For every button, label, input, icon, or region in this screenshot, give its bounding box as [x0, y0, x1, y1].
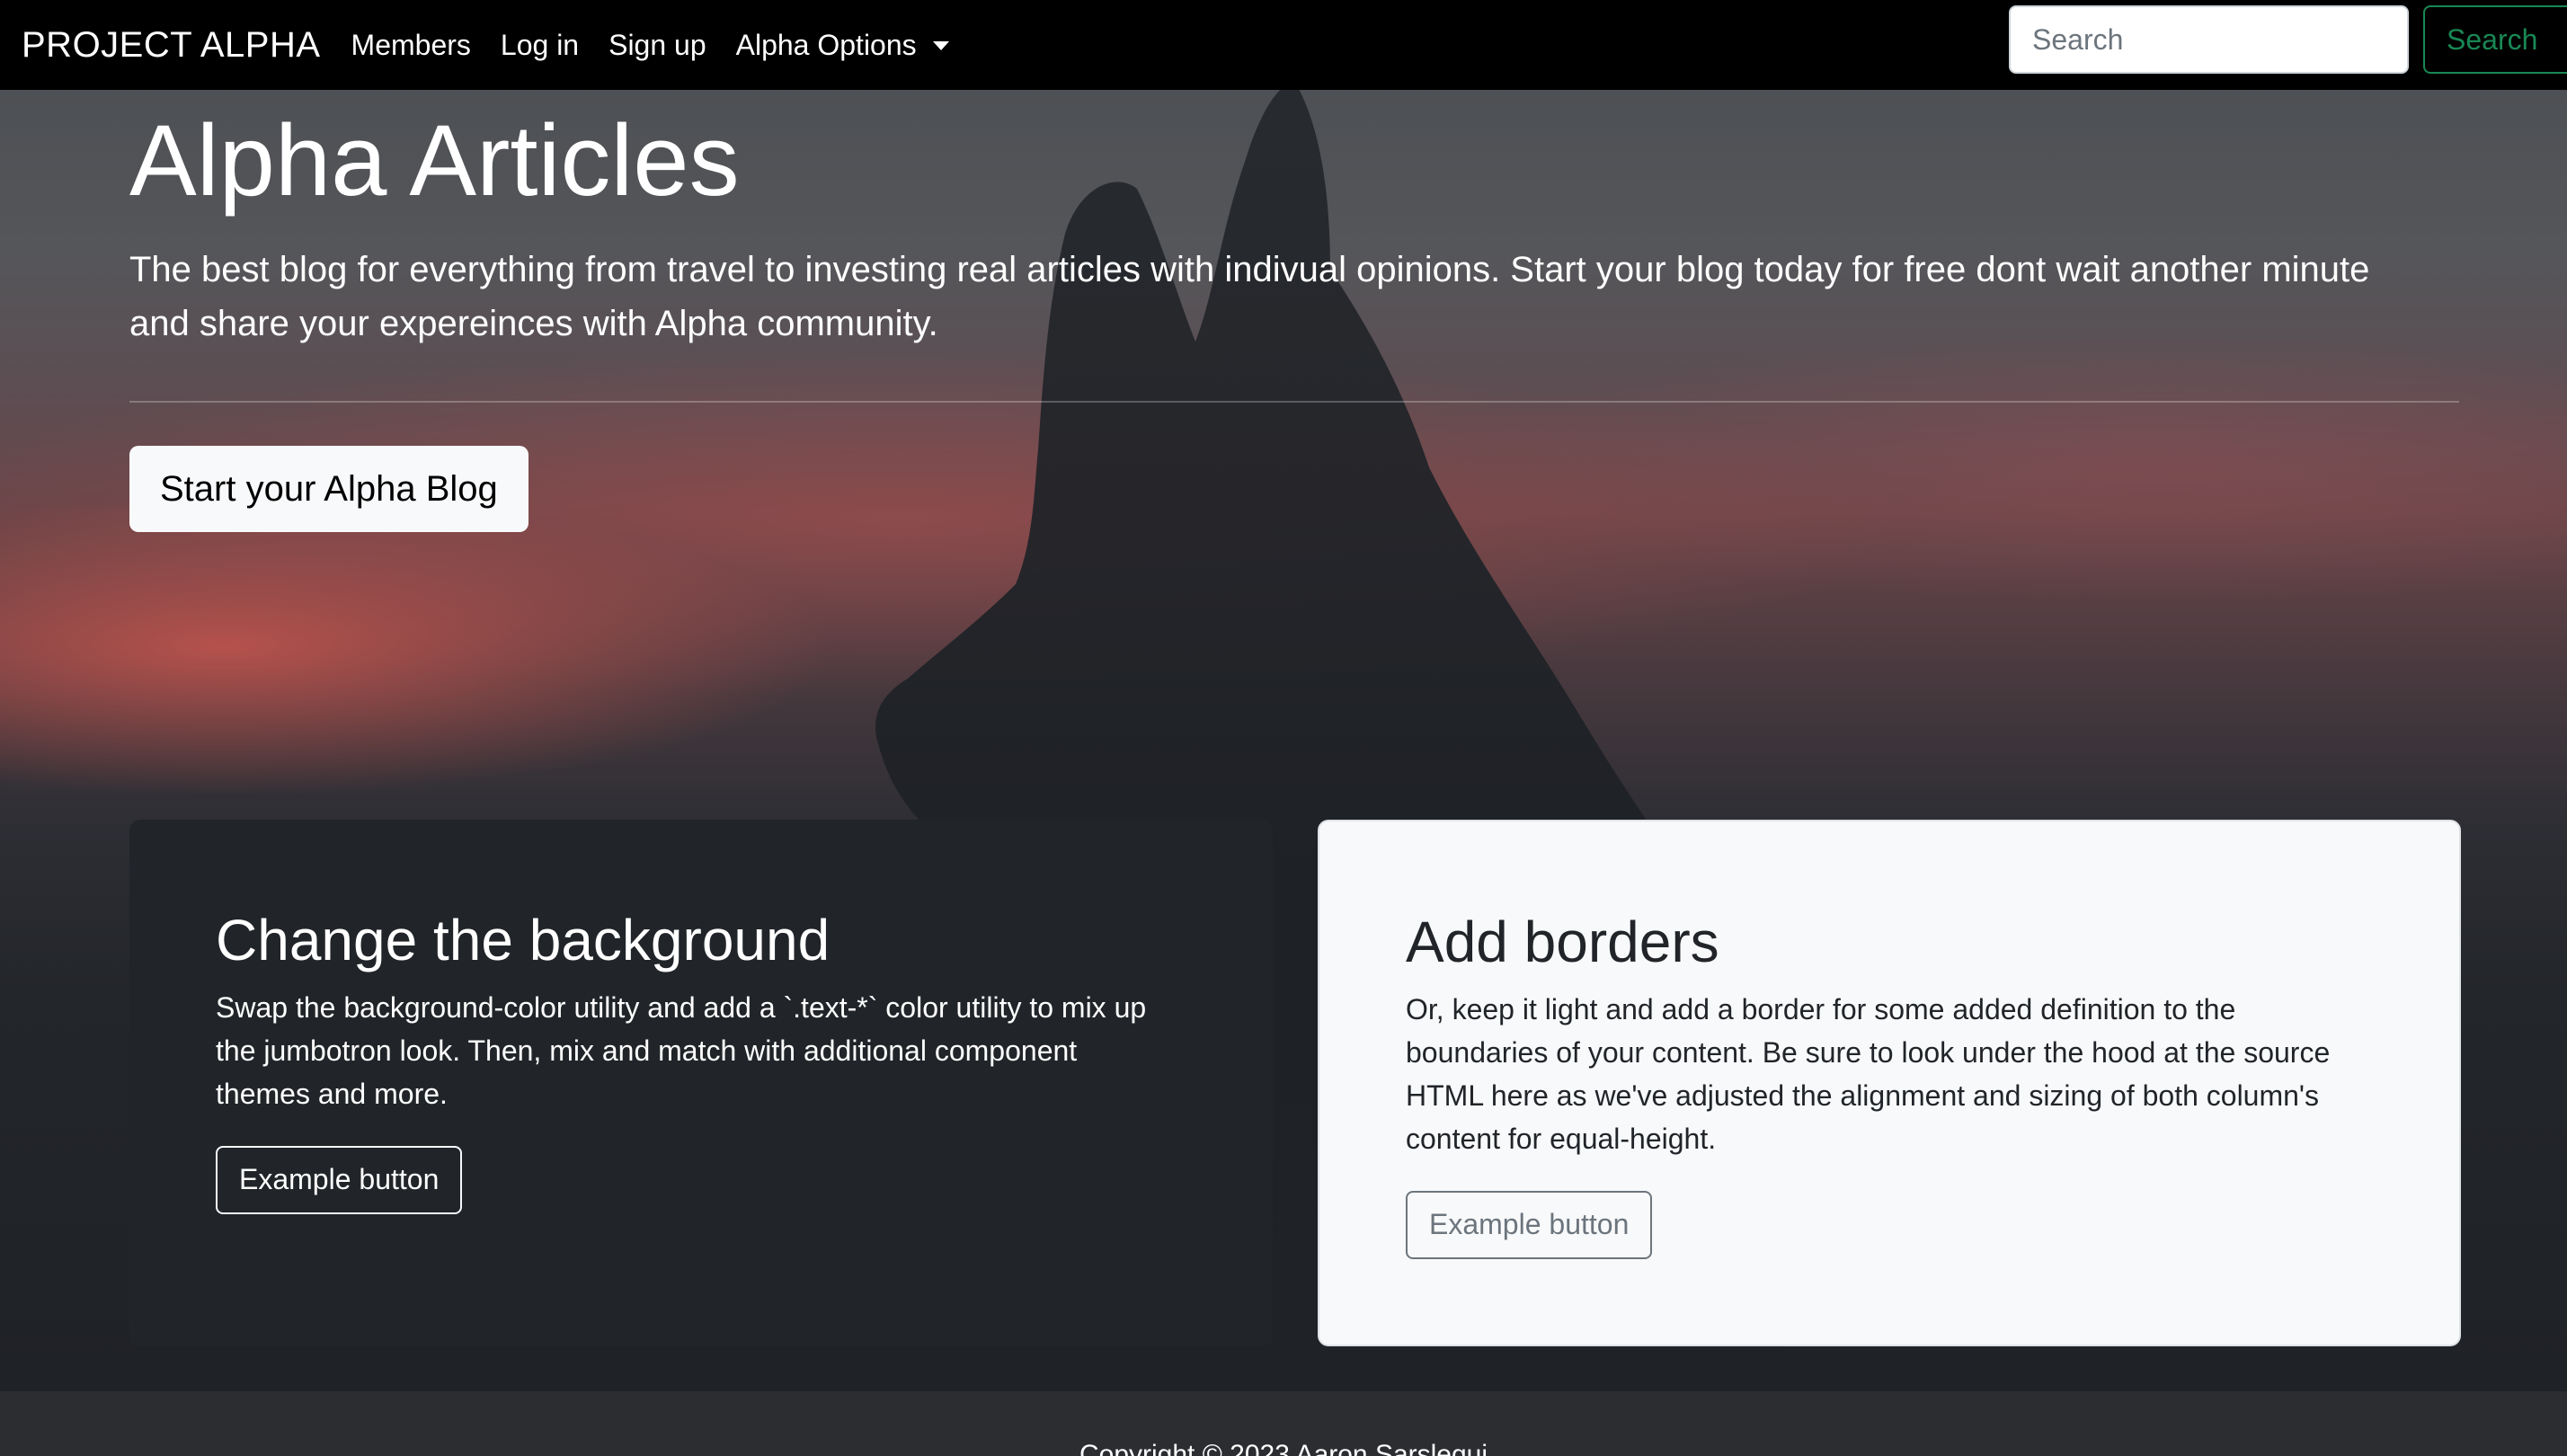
top-navbar: PROJECT ALPHA Members Log in Sign up Alp… — [0, 0, 2567, 90]
alpha-options-dropdown[interactable]: Alpha Options — [736, 29, 949, 62]
add-borders-card: Add borders Or, keep it light and add a … — [1318, 820, 2461, 1346]
search-form: Search — [2009, 5, 2567, 74]
nav-link-members[interactable]: Members — [351, 29, 471, 62]
alpha-options-label: Alpha Options — [735, 28, 917, 61]
hero-content: Alpha Articles The best blog for everyth… — [129, 90, 2459, 533]
card-title: Add borders — [1406, 910, 1719, 974]
change-background-card: Change the background Swap the backgroun… — [129, 820, 1273, 1346]
start-blog-button[interactable]: Start your Alpha Blog — [129, 446, 528, 533]
page-title: Alpha Articles — [129, 104, 740, 217]
example-button-dark[interactable]: Example button — [216, 1145, 463, 1214]
search-input[interactable] — [2009, 5, 2409, 74]
hero-divider — [129, 401, 2459, 404]
hero-lead-text: The best blog for everything from travel… — [129, 250, 2370, 344]
search-button[interactable]: Search — [2423, 5, 2567, 74]
card-text: Swap the background-color utility and ad… — [216, 990, 1147, 1110]
footer: Copyright © 2023 Aaron Sarslegui — [0, 1391, 2567, 1456]
nav-link-sign-up[interactable]: Sign up — [608, 29, 706, 62]
nav-link-log-in[interactable]: Log in — [501, 29, 579, 62]
example-button-light[interactable]: Example button — [1406, 1190, 1653, 1259]
caret-down-icon — [932, 41, 949, 50]
footer-copyright: Copyright © 2023 Aaron Sarslegui — [1079, 1440, 1488, 1456]
card-title: Change the background — [216, 908, 830, 972]
card-text: Or, keep it light and add a border for s… — [1406, 992, 2331, 1155]
brand-logo-link[interactable]: PROJECT ALPHA — [22, 25, 321, 66]
